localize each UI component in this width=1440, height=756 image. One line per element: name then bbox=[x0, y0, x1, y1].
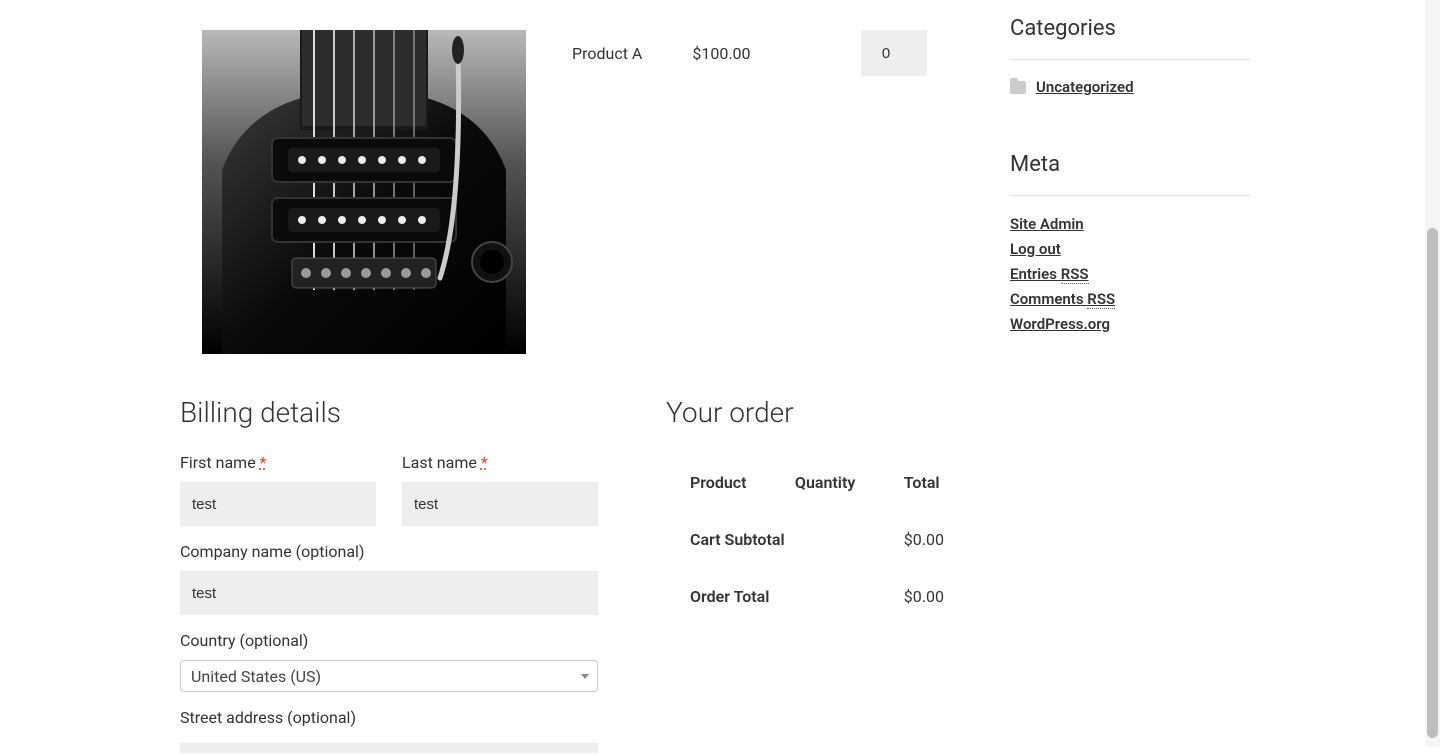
billing-title: Billing details bbox=[180, 396, 598, 429]
meta-heading: Meta bbox=[1010, 152, 1250, 177]
total-value: $0.00 bbox=[882, 569, 968, 624]
link-logout[interactable]: Log out bbox=[1010, 240, 1061, 258]
divider bbox=[1010, 59, 1250, 60]
total-row: Order Total $0.00 bbox=[668, 569, 968, 624]
quantity-stepper[interactable] bbox=[861, 30, 927, 76]
scroll-thumb[interactable] bbox=[1427, 228, 1438, 738]
sidebar: Categories Uncategorized Meta Site Admin… bbox=[1010, 0, 1250, 756]
scrollbar[interactable] bbox=[1425, 0, 1440, 747]
categories-heading: Categories bbox=[1010, 16, 1250, 41]
link-comments-rss[interactable]: Comments RSS bbox=[1010, 290, 1115, 309]
order-title: Your order bbox=[666, 396, 970, 429]
th-total: Total bbox=[882, 455, 968, 510]
last-name-label: Last name * bbox=[402, 453, 598, 472]
product-price: $100.00 bbox=[692, 44, 750, 63]
total-label: Order Total bbox=[668, 569, 880, 624]
country-select[interactable]: United States (US) bbox=[180, 660, 598, 692]
company-field[interactable] bbox=[180, 571, 598, 615]
country-value: United States (US) bbox=[191, 667, 321, 686]
product-name: Product A bbox=[572, 44, 642, 63]
th-product: Product bbox=[668, 455, 771, 510]
company-label: Company name (optional) bbox=[180, 542, 598, 561]
required-mark: * bbox=[260, 453, 267, 472]
first-name-field[interactable] bbox=[180, 482, 376, 526]
divider bbox=[1010, 195, 1250, 196]
table-header-row: Product Quantity Total bbox=[668, 455, 968, 510]
billing-details: Billing details First name * Last name *… bbox=[180, 396, 598, 756]
order-table: Product Quantity Total Cart Subtotal $0.… bbox=[666, 453, 970, 626]
required-mark: * bbox=[481, 453, 488, 472]
country-label: Country (optional) bbox=[180, 631, 598, 650]
category-item: Uncategorized bbox=[1010, 78, 1250, 96]
th-quantity: Quantity bbox=[773, 455, 880, 510]
product-image bbox=[202, 30, 526, 354]
link-site-admin[interactable]: Site Admin bbox=[1010, 215, 1084, 233]
chevron-down-icon bbox=[581, 674, 589, 679]
last-name-field[interactable] bbox=[402, 482, 598, 526]
link-entries-rss[interactable]: Entries RSS bbox=[1010, 265, 1089, 284]
first-name-label: First name * bbox=[180, 453, 376, 472]
folder-icon bbox=[1010, 81, 1026, 94]
street-label: Street address (optional) bbox=[180, 708, 598, 727]
category-link-uncategorized[interactable]: Uncategorized bbox=[1036, 78, 1134, 96]
your-order: Your order Product Quantity Total Cart S… bbox=[666, 396, 970, 756]
street-field[interactable] bbox=[180, 743, 598, 753]
subtotal-value: $0.00 bbox=[882, 512, 968, 567]
meta-list: Site Admin Log out Entries RSS Comments … bbox=[1010, 214, 1250, 333]
product-row: Product A $100.00 bbox=[180, 0, 970, 354]
subtotal-label: Cart Subtotal bbox=[668, 512, 880, 567]
subtotal-row: Cart Subtotal $0.00 bbox=[668, 512, 968, 567]
link-wordpress-org[interactable]: WordPress.org bbox=[1010, 315, 1110, 333]
